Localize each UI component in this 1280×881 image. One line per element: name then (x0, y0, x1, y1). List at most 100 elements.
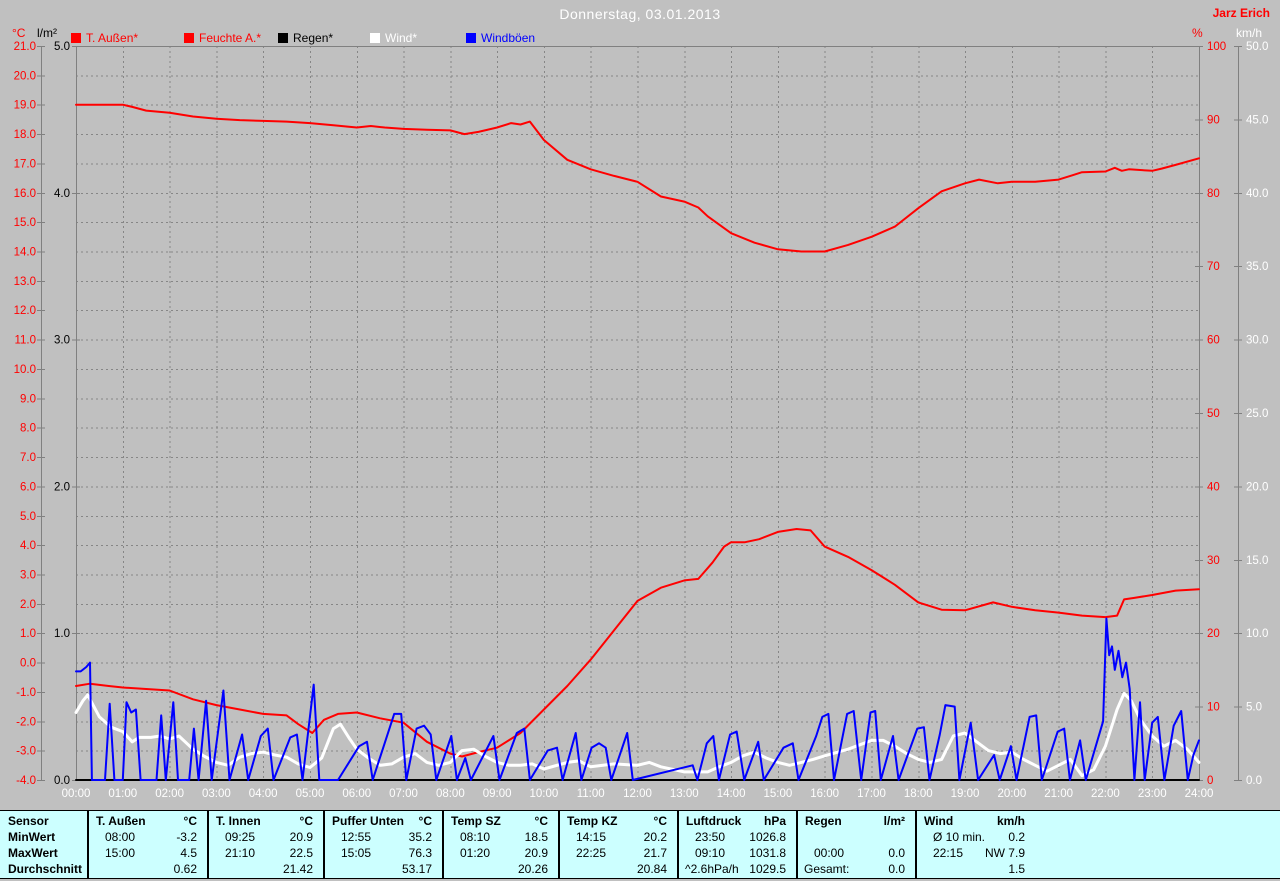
avg-cell-time (560, 861, 566, 877)
x-axis-tick-label: 13:00 (670, 788, 699, 800)
max-cell-value: 20.9 (524, 846, 548, 860)
axis-tick-label: 20.0 (14, 70, 36, 82)
x-axis-tick-label: 09:00 (483, 788, 512, 800)
min-cell-time (798, 829, 814, 845)
legend-item: Feuchte A.* (184, 31, 261, 45)
sensor-unit: °C (299, 814, 313, 828)
table-max-cell: 21:10 22.5 (209, 845, 323, 861)
table-header-cell: Temp SZ °C (444, 813, 558, 829)
legend-item: Regen* (278, 31, 333, 45)
sensor-name: Luftdruck (686, 814, 742, 828)
sensor-name: Regen (805, 814, 842, 828)
x-axis-tick-label: 00:00 (62, 788, 91, 800)
sensor-unit: °C (534, 814, 548, 828)
axis-tick-label: 30 (1207, 555, 1220, 567)
axis-tick-label: 12.0 (14, 305, 36, 317)
x-axis-tick-label: 24:00 (1185, 788, 1214, 800)
sensor-unit: °C (183, 814, 197, 828)
avg-cell-value: 20.26 (517, 862, 548, 876)
max-cell-time: 00:00 (814, 846, 845, 860)
table-row-label-column: Sensor MinWert MaxWert Durchschnitt (0, 811, 87, 878)
table-avg-cell: 21.42 (209, 861, 323, 877)
table-row-label-text: Sensor (8, 814, 49, 828)
table-min-cell: 14:15 20.2 (560, 829, 677, 845)
legend-label: Regen* (293, 31, 334, 45)
axis-tick-label: 0.0 (54, 775, 70, 787)
axis-tick-label: 18.0 (14, 129, 36, 141)
max-cell-value: 21.7 (643, 846, 667, 860)
legend-item: Wind* (370, 31, 417, 45)
avg-cell-time (444, 861, 450, 877)
legend-color-swatch (370, 33, 380, 43)
chart-canvas: -4.0 -3.0 -2.0 -1.0 0.0 1.0 2.0 3.0 4.0 5.0 6.0 7.0… (14, 41, 1269, 800)
axis-tick-label: 40.0 (1246, 188, 1268, 200)
table-max-cell: 15:05 76.3 (325, 845, 442, 861)
author-label: Jarz Erich (1212, 6, 1270, 20)
legend-label: T. Außen* (86, 31, 139, 45)
chart-legend: T. Außen* Feuchte A.* Regen* Wind* Windböen (0, 31, 1280, 47)
min-cell-value (905, 829, 915, 845)
table-max-cell: 15:00 4.5 (89, 845, 207, 861)
table-row-label-text: MinWert (8, 830, 56, 844)
axis-tick-label: 5.0 (1246, 702, 1262, 714)
axis-tick-label: 15.0 (14, 217, 36, 229)
axis-tick-label: 60 (1207, 335, 1220, 347)
table-sensor-column: Temp KZ °C 14:15 20.2 22:25 21.7 20.84 (558, 811, 677, 878)
axis-tick-label: 16.0 (14, 188, 36, 200)
table-avg-cell: Gesamt: 0.0 (798, 861, 915, 877)
x-axis-tick-label: 14:00 (717, 788, 746, 800)
series-4-line (74, 691, 1201, 778)
avg-cell-time (89, 861, 95, 877)
max-cell-time: 21:10 (225, 846, 256, 860)
x-axis-tick-label: 07:00 (389, 788, 418, 800)
x-axis-tick-label: 03:00 (202, 788, 231, 800)
legend-label: Wind* (385, 31, 418, 45)
avg-cell-value: 1.5 (1008, 862, 1025, 876)
avg-cell-value: 20.84 (636, 862, 667, 876)
x-axis-tick-label: 05:00 (296, 788, 325, 800)
sensor-name: Puffer Unten (332, 814, 404, 828)
axis-tick-label: 8.0 (20, 423, 36, 435)
max-cell-value: 0.0 (888, 846, 905, 860)
axis-tick-label: 1.0 (20, 628, 36, 640)
axis-tick-label: -1.0 (16, 687, 36, 699)
x-axis-tick-label: 16:00 (810, 788, 839, 800)
axis-tick-label: 80 (1207, 188, 1220, 200)
table-min-cell (798, 829, 915, 845)
min-cell-value: 20.9 (289, 830, 313, 844)
max-cell-time: 22:25 (576, 846, 607, 860)
axis-tick-label: 1.0 (54, 628, 70, 640)
axis-tick-label: -2.0 (16, 716, 36, 728)
axis-tick-label: 10.0 (14, 364, 36, 376)
x-axis-tick-label: 02:00 (155, 788, 184, 800)
table-header-cell: Wind km/h (917, 813, 1035, 829)
x-axis-tick-label: 12:00 (623, 788, 652, 800)
x-axis-tick-label: 15:00 (763, 788, 792, 800)
x-axis-tick-label: 17:00 (857, 788, 886, 800)
table-sensor-column: T. Außen °C 08:00 -3.2 15:00 4.5 0.62 (87, 811, 207, 878)
avg-cell-time: ^2.6hPa/h (685, 862, 739, 876)
min-cell-time: 14:15 (576, 830, 607, 844)
avg-cell-time: Gesamt: (804, 862, 850, 876)
axis-tick-label: 14.0 (14, 247, 36, 259)
min-cell-value: 35.2 (408, 830, 432, 844)
table-sensor-column: Wind km/h Ø 10 min. 0.2 22:15 NW 7.9 1.5 (915, 811, 1035, 878)
axis-tick-label: 4.0 (20, 540, 36, 552)
axis-tick-label: 50 (1207, 408, 1220, 420)
page-title: Donnerstag, 03.01.2013 (559, 6, 721, 22)
axis-tick-label: 15.0 (1246, 555, 1268, 567)
axis-tick-label: 25.0 (1246, 408, 1268, 420)
x-axis-tick-label: 18:00 (904, 788, 933, 800)
legend-label: Feuchte A.* (199, 31, 262, 45)
axis-tick-label: 40 (1207, 481, 1220, 493)
table-header-cell: T. Innen °C (209, 813, 323, 829)
axis-tick-label: 7.0 (20, 452, 36, 464)
axis-tick-label: 3.0 (54, 335, 70, 347)
avg-cell-value: 1029.5 (749, 862, 786, 876)
x-axis-tick-label: 06:00 (342, 788, 371, 800)
max-cell-value: NW 7.9 (984, 846, 1025, 860)
max-cell-time: 22:15 (933, 846, 964, 860)
axis-tick-label: -3.0 (16, 746, 36, 758)
sensor-unit: °C (418, 814, 432, 828)
min-cell-time: Ø 10 min. (933, 830, 986, 844)
